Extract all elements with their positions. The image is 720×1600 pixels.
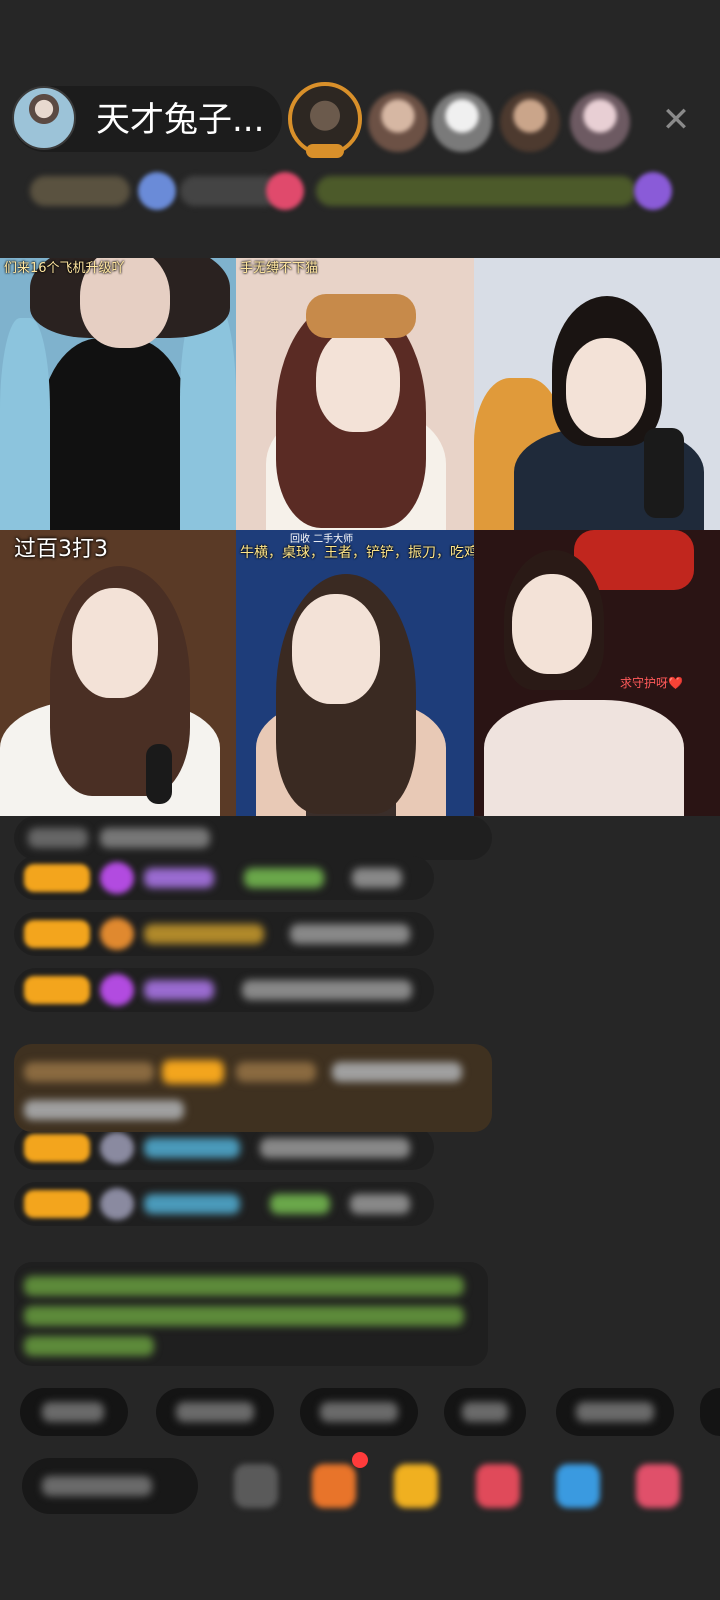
chat-input[interactable] — [22, 1458, 198, 1514]
chat-message[interactable] — [14, 968, 434, 1012]
fan-icon — [100, 918, 134, 950]
tile-4-caption: 过百3打3 — [14, 537, 108, 562]
gift-rank-icon[interactable] — [266, 172, 304, 210]
level-badge — [24, 864, 90, 892]
chat-message[interactable] — [14, 816, 492, 860]
video-tile-6[interactable]: 求守护呀❤️ — [474, 530, 720, 816]
avatar — [100, 1132, 134, 1164]
tile-5-caption: 牛横，桌球，王者，铲铲，振刀，吃鸡 — [240, 545, 474, 561]
gift-box-icon[interactable] — [312, 1464, 356, 1508]
room-tag-bar — [20, 168, 690, 216]
level-badge — [24, 1190, 90, 1218]
chat-message[interactable] — [14, 1126, 434, 1170]
tile-1-caption: 们来16个飞机升级吖 — [4, 261, 125, 276]
microphone — [644, 428, 684, 518]
tile-5-subcaption: 回收 二手大师 — [290, 534, 354, 545]
notification-dot — [352, 1452, 368, 1468]
level-badge — [24, 1134, 90, 1162]
quick-reply-chip-5[interactable] — [556, 1388, 674, 1436]
activity-icon[interactable] — [634, 172, 672, 210]
popularity-tag[interactable] — [180, 176, 280, 206]
quick-reply-chip-6[interactable] — [700, 1388, 720, 1436]
activity-tag[interactable] — [316, 176, 636, 206]
top-viewer-avatar-3[interactable] — [432, 92, 492, 152]
chat-message[interactable] — [14, 1182, 434, 1226]
quick-reply-chip-1[interactable] — [20, 1388, 128, 1436]
top-viewer-avatar-2[interactable] — [368, 92, 428, 152]
host-name[interactable]: 天才兔子... — [96, 100, 264, 140]
video-tile-4[interactable]: 过百3打3 — [0, 530, 236, 816]
tile-2-caption: 手无缚不下猫 — [240, 261, 319, 276]
video-tile-5[interactable]: 牛横，桌球，王者，铲铲，振刀，吃鸡 回收 二手大师 — [236, 530, 474, 816]
video-tile-1[interactable]: 们来16个飞机升级吖 — [0, 258, 236, 535]
avatar — [100, 1188, 134, 1220]
lucky-bag-icon[interactable] — [394, 1464, 438, 1508]
chat-message[interactable] — [14, 856, 434, 900]
tile-6-overlay: 求守护呀❤️ — [620, 676, 683, 690]
top-viewer-avatar-4[interactable] — [500, 92, 560, 152]
diamond-icon — [100, 974, 134, 1006]
level-badge — [24, 976, 90, 1004]
diamond-icon — [100, 862, 134, 894]
announcement-message[interactable] — [14, 1262, 488, 1366]
top-viewer-avatar-5[interactable] — [570, 92, 630, 152]
multi-guest-video-grid: 们来16个飞机升级吖 手无缚不下猫 过百3打3 牛横，桌球，王者，铲铲，振刀，吃… — [0, 258, 720, 816]
close-icon[interactable]: ✕ — [656, 100, 696, 140]
microphone — [146, 744, 172, 804]
chat-message[interactable] — [14, 912, 434, 956]
more-icon[interactable] — [234, 1464, 278, 1508]
quick-reply-chip-2[interactable] — [156, 1388, 274, 1436]
activity-icon[interactable] — [556, 1464, 600, 1508]
game-icon[interactable] — [476, 1464, 520, 1508]
gift-icon[interactable] — [636, 1464, 680, 1508]
host-avatar[interactable] — [12, 86, 76, 150]
level-badge — [24, 920, 90, 948]
video-tile-3[interactable] — [474, 258, 720, 535]
video-tile-2[interactable]: 手无缚不下猫 — [236, 258, 474, 535]
system-notice[interactable] — [14, 1044, 492, 1132]
quick-reply-chip-3[interactable] — [300, 1388, 418, 1436]
top-viewer-rank-badge — [306, 144, 344, 158]
room-level-tag[interactable] — [30, 176, 130, 206]
quick-reply-chip-4[interactable] — [444, 1388, 526, 1436]
hot-icon[interactable] — [138, 172, 176, 210]
